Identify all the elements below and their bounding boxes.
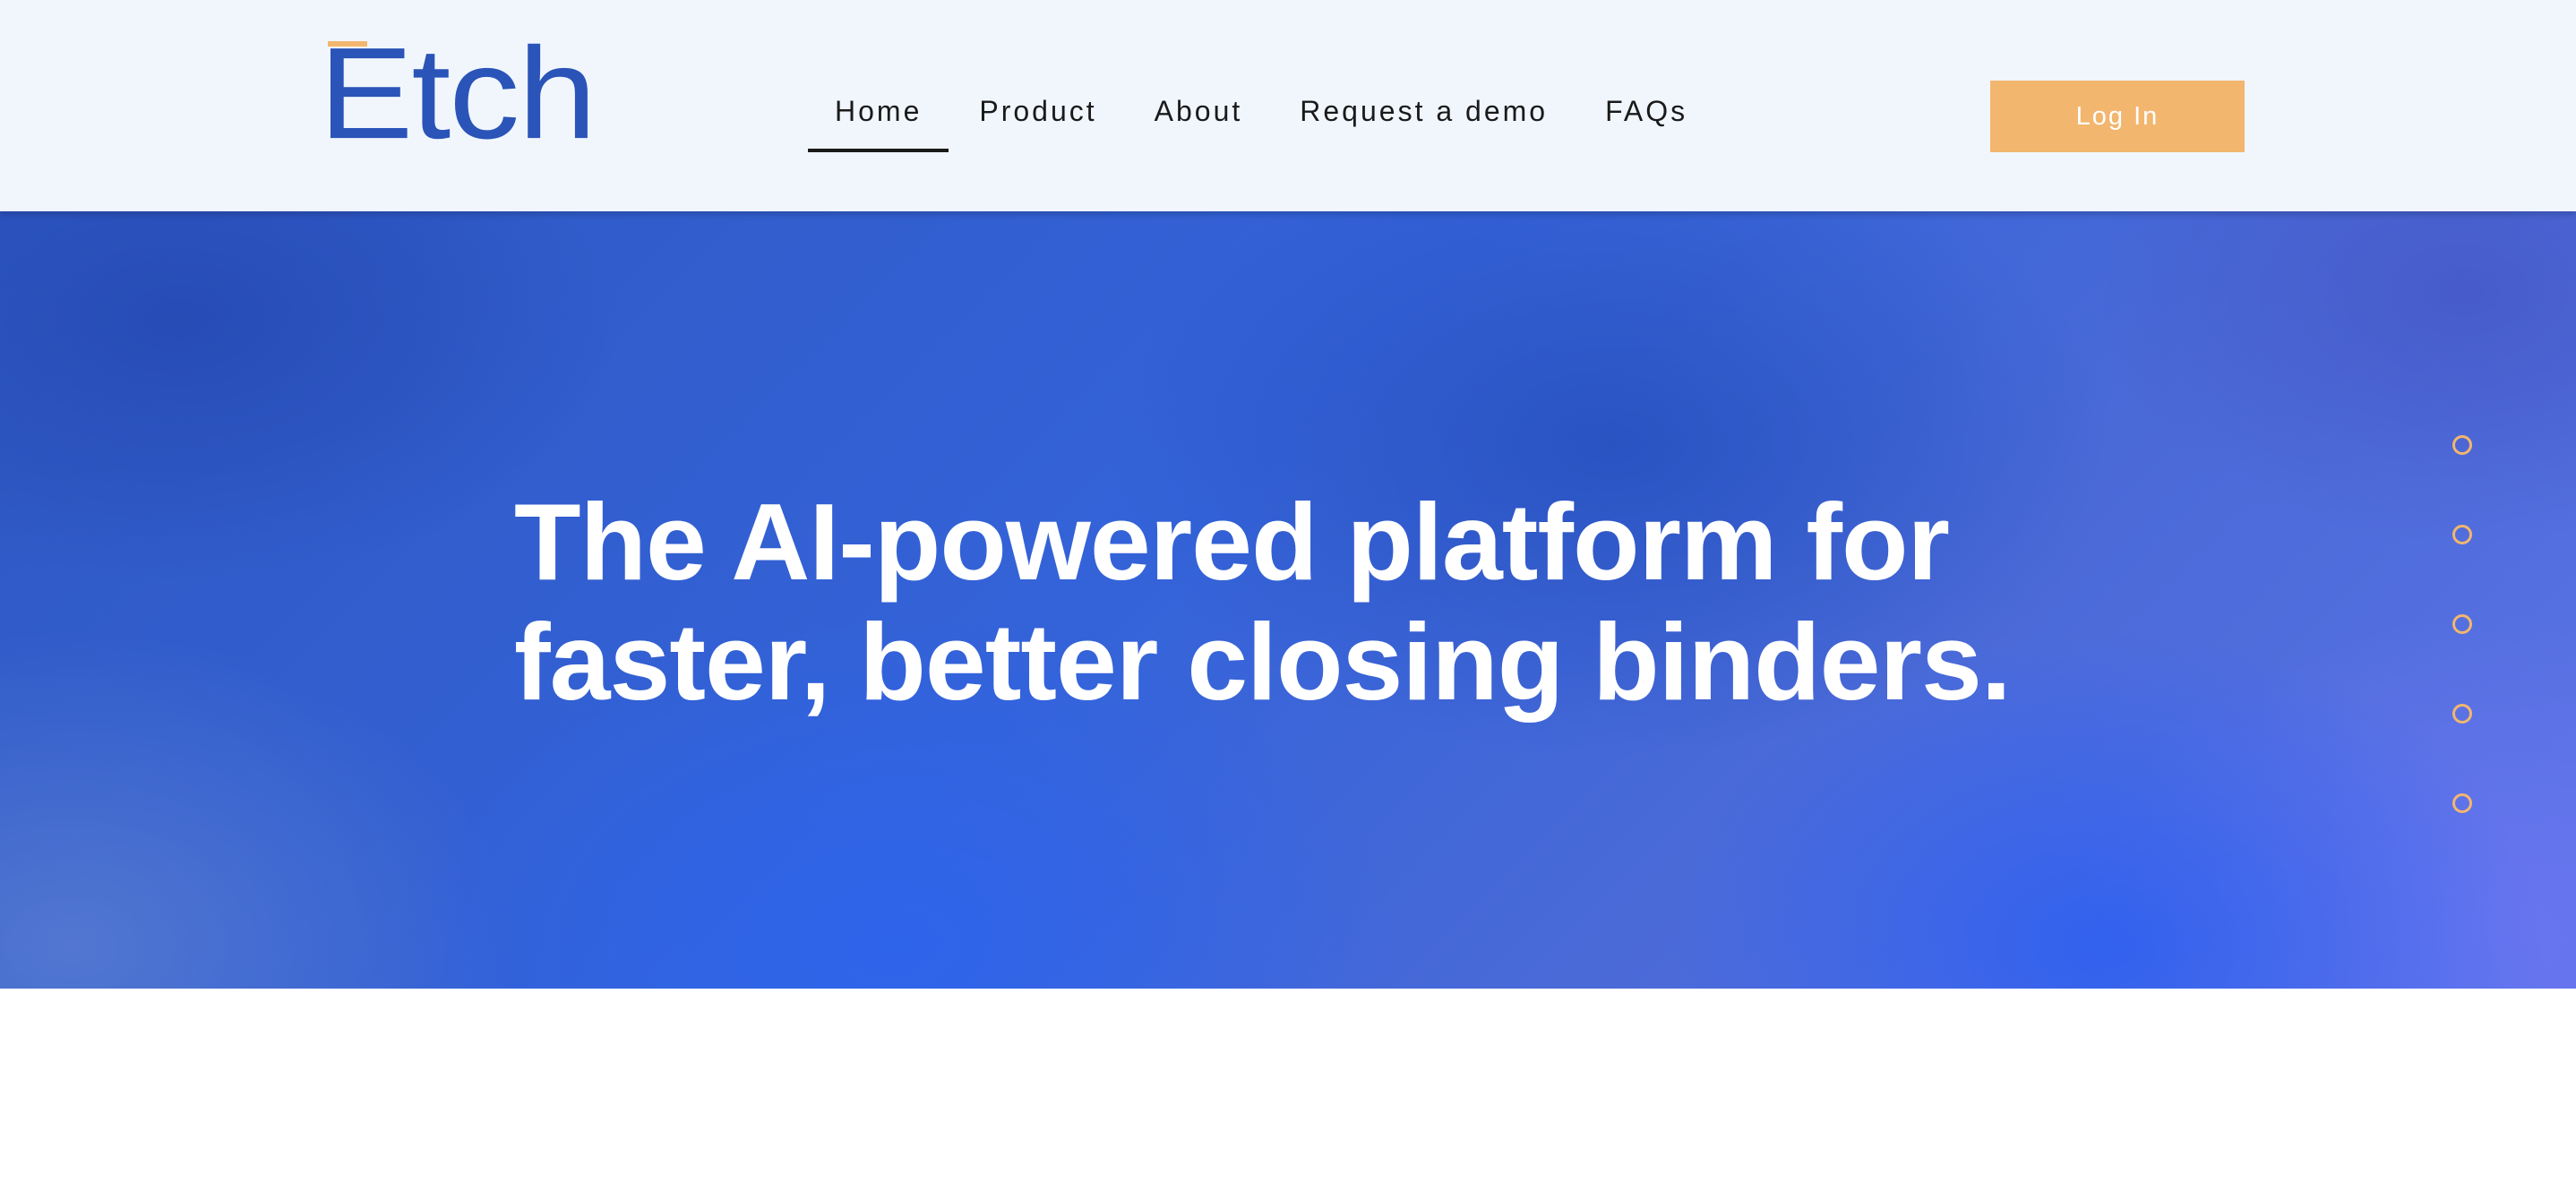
section-dot-2[interactable] xyxy=(2452,525,2472,544)
section-nav-dots xyxy=(2452,435,2472,813)
login-button[interactable]: Log In xyxy=(1990,81,2245,152)
logo-text: Etch xyxy=(319,21,597,167)
nav-faqs[interactable]: FAQs xyxy=(1576,81,1716,152)
main-nav: Home Product About Request a demo FAQs xyxy=(806,81,1716,152)
section-dot-5[interactable] xyxy=(2452,793,2472,813)
hero-headline-line-2: faster, better closing binders. xyxy=(514,601,2012,723)
etch-logo[interactable]: Etch xyxy=(319,21,597,167)
section-dot-1[interactable] xyxy=(2452,435,2472,455)
section-dot-4[interactable] xyxy=(2452,704,2472,724)
section-dot-3[interactable] xyxy=(2452,614,2472,634)
hero-headline: The AI-powered platform for faster, bett… xyxy=(514,482,2126,722)
nav-product[interactable]: Product xyxy=(950,81,1125,152)
nav-request-demo[interactable]: Request a demo xyxy=(1271,81,1576,152)
hero-section: The AI-powered platform for faster, bett… xyxy=(0,211,2576,989)
site-header: Etch Home Product About Request a demo F… xyxy=(0,0,2576,211)
nav-about[interactable]: About xyxy=(1126,81,1272,152)
hero-headline-line-1: The AI-powered platform for xyxy=(514,481,1950,603)
nav-home[interactable]: Home xyxy=(806,81,950,152)
